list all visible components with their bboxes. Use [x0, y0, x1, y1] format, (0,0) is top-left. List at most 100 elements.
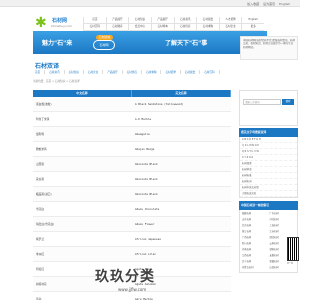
subnav-item[interactable]: 石材企业 [88, 70, 104, 74]
utility-links: 加入收藏 设为首页 English [247, 2, 290, 6]
nav-row-1: 首页 产品展厅 石材知识 产品展厅 石材资讯 石材展会 人才招聘 English [83, 17, 264, 24]
top-utility-bar: 加入收藏 设为首页 English [0, 0, 300, 7]
breadcrumb: 当前位置：首页 > 石材知识 > 石材双译 [33, 80, 80, 83]
site-intro-text: 中国石材网(石材贸易平台)是集石材资讯、石材交易、石材知识、石材企业展示为一体的… [243, 39, 295, 49]
alphabet-search-item[interactable]: 大理石英文名 [240, 191, 297, 197]
nav-row-2: 石材百科 石材图库 会员中心 石材样本 石材供应 石材求购 石材企业 更多 [83, 24, 264, 31]
english-name-cell[interactable]: Absolute Black [132, 172, 231, 186]
chinese-name-cell[interactable]: 鱼肚白(雪花白) [33, 217, 132, 231]
region-index-heading: 中国石材进一城的索引 [239, 201, 298, 210]
table-row: 蒙古黑 Absolute Black [33, 172, 231, 187]
region-link[interactable]: 山西石材 [269, 265, 297, 271]
alphabet-search-list: A B C D E F G HI J K L M N O PQ R S T U … [239, 137, 298, 198]
subnav-item[interactable]: 石材招聘 [165, 70, 181, 74]
table-row: 极品黑(进口) Absolute Black [33, 187, 231, 202]
chinese-name-cell[interactable]: 蒙古黑 [33, 172, 132, 186]
main-navigation: 首页 产品展厅 石材知识 产品展厅 石材资讯 石材展会 人才招聘 English… [83, 17, 264, 31]
english-name-cell[interactable]: A.K Marble [132, 112, 231, 126]
subnav-item[interactable]: 石材资讯 [49, 70, 65, 74]
search-box: 请输入关键词 搜索 [239, 90, 298, 126]
chinese-name-cell[interactable]: 极品黑(进口) [33, 187, 132, 201]
alphabet-search-heading: 按英文字母搜索双译 [239, 128, 298, 137]
nav-item[interactable]: 石材百科 [83, 24, 106, 31]
table-row: 黑白根(波粒) A Black Sandstone (Yellowwood) [33, 97, 231, 112]
english-name-cell[interactable]: Absolute Black [132, 187, 231, 201]
watermark-text: 玖玖分类 [95, 269, 155, 285]
chinese-name-cell[interactable]: 黑白根(波粒) [33, 97, 132, 111]
nav-item[interactable]: 石材展会 [196, 17, 219, 24]
table-header: 中文名称 英文名称 [33, 90, 231, 97]
logo-name: 石材网 [52, 18, 68, 24]
subnav-item[interactable]: 石材求购 [146, 70, 162, 74]
subnav-item[interactable]: 石材展会 [185, 70, 201, 74]
subnav-item[interactable]: 产品展厅 [107, 70, 123, 74]
banner-slogan-right: 了解天下"石"事 [165, 40, 208, 47]
subnav-item[interactable]: 首页 [35, 70, 46, 74]
chinese-name-cell[interactable]: 雅柏米黄 [33, 142, 132, 156]
column-header-english: 英文名称 [132, 90, 231, 97]
banner-bubble: 石材网 [93, 40, 115, 50]
table-row: 阿拉丁米黄 A.K Marble [33, 112, 231, 127]
english-name-cell[interactable]: Absolute Black [132, 157, 231, 171]
watermark-url: www.jjflw.com [118, 287, 147, 292]
english-link[interactable]: English [279, 2, 290, 6]
nav-item[interactable]: 石材求购 [196, 24, 219, 31]
region-link[interactable]: 内蒙古石材 [241, 265, 269, 271]
english-name-cell[interactable]: Abeagalia [132, 127, 231, 141]
watermark-logo: 玖玖分类 [95, 266, 205, 288]
search-button[interactable]: 搜索 [282, 99, 294, 105]
table-row: 非洲红 African Lilac [33, 247, 231, 262]
nav-item[interactable]: 产品展厅 [150, 17, 174, 24]
nav-item[interactable]: 人才招聘 [218, 17, 242, 24]
chinese-name-cell[interactable]: 山西黑 [33, 157, 132, 171]
chinese-name-cell[interactable]: 紫罗兰 [33, 232, 132, 246]
promo-banner[interactable]: 魅力"石"来 石材商城 石材网 了解天下"石"事 [33, 31, 267, 54]
section-header: 石材双译 首页 石材资讯 石材知识 石材企业 产品展厅 石材供应 石材求购 石材… [33, 58, 267, 76]
nav-item[interactable]: 石材供应 [173, 24, 197, 31]
english-name-cell[interactable]: Adexu Flower [132, 217, 231, 231]
banner-slogan-left: 魅力"石"来 [42, 40, 73, 47]
nav-item[interactable]: 首页 [83, 17, 106, 24]
english-name-cell[interactable]: African Lilac [132, 247, 231, 261]
subnav-item[interactable]: 石材供应 [127, 70, 143, 74]
table-row: 加利利 Abeagalia [33, 127, 231, 142]
qr-code-icon: 扫一扫 [287, 237, 299, 265]
add-favorite-link[interactable]: 加入收藏 [247, 2, 259, 6]
star-logo-icon: ✱ [35, 15, 47, 31]
english-name-cell[interactable]: Agra Marble [132, 292, 231, 300]
nav-item[interactable]: 会员中心 [128, 24, 151, 31]
site-intro-box: 中国石材网(石材贸易平台)是集石材资讯、石材交易、石材知识、石材企业展示为一体的… [240, 36, 298, 60]
english-name-cell[interactable]: African Japanese [132, 232, 231, 246]
table-row: 蓝钻 Agra Marble [33, 292, 231, 300]
subnav-item[interactable]: 石材百科 [204, 70, 220, 74]
nav-item[interactable]: 石材图库 [105, 24, 129, 31]
english-name-cell[interactable]: A Black Sandstone (Yellowwood) [132, 97, 231, 111]
subnav-item[interactable]: 石材知识 [69, 70, 84, 74]
set-homepage-link[interactable]: 设为首页 [263, 2, 275, 6]
chinese-name-cell[interactable]: 蓝钻 [33, 292, 132, 300]
chinese-name-cell[interactable]: 非洲红 [33, 247, 132, 261]
nav-item[interactable]: 石材企业 [218, 24, 242, 31]
chinese-name-cell[interactable]: 加利利 [33, 127, 132, 141]
nav-item[interactable]: English [241, 17, 264, 24]
nav-item[interactable]: 产品展厅 [105, 17, 129, 24]
section-subnav: 首页 石材资讯 石材知识 石材企业 产品展厅 石材供应 石材求购 石材招聘 石材… [35, 70, 220, 74]
table-row: 鱼肚白(雪花白) Adexu Flower [33, 217, 231, 232]
section-title: 石材双译 [35, 63, 60, 70]
search-input[interactable]: 请输入关键词 [243, 99, 281, 105]
nav-item[interactable]: 石材样本 [150, 24, 174, 31]
logo-url: stonebuy.com [51, 24, 72, 28]
chinese-name-cell[interactable]: 阿拉丁米黄 [33, 112, 132, 126]
nav-item[interactable]: 石材资讯 [173, 17, 197, 24]
english-name-cell[interactable]: Adexu Chocolate [132, 202, 231, 216]
table-row: 雪花白 Adexu Chocolate [33, 202, 231, 217]
table-row: 紫罗兰 African Japanese [33, 232, 231, 247]
english-name-cell[interactable]: Abajan Beige [132, 142, 231, 156]
table-row: 雅柏米黄 Abajan Beige [33, 142, 231, 157]
chinese-name-cell[interactable]: 雪花白 [33, 202, 132, 216]
nav-item[interactable]: 更多 [241, 24, 264, 31]
table-row: 山西黑 Absolute Black [33, 157, 231, 172]
qr-caption: 扫一扫 [287, 263, 294, 265]
column-header-chinese: 中文名称 [33, 90, 132, 97]
nav-item[interactable]: 石材知识 [128, 17, 151, 24]
